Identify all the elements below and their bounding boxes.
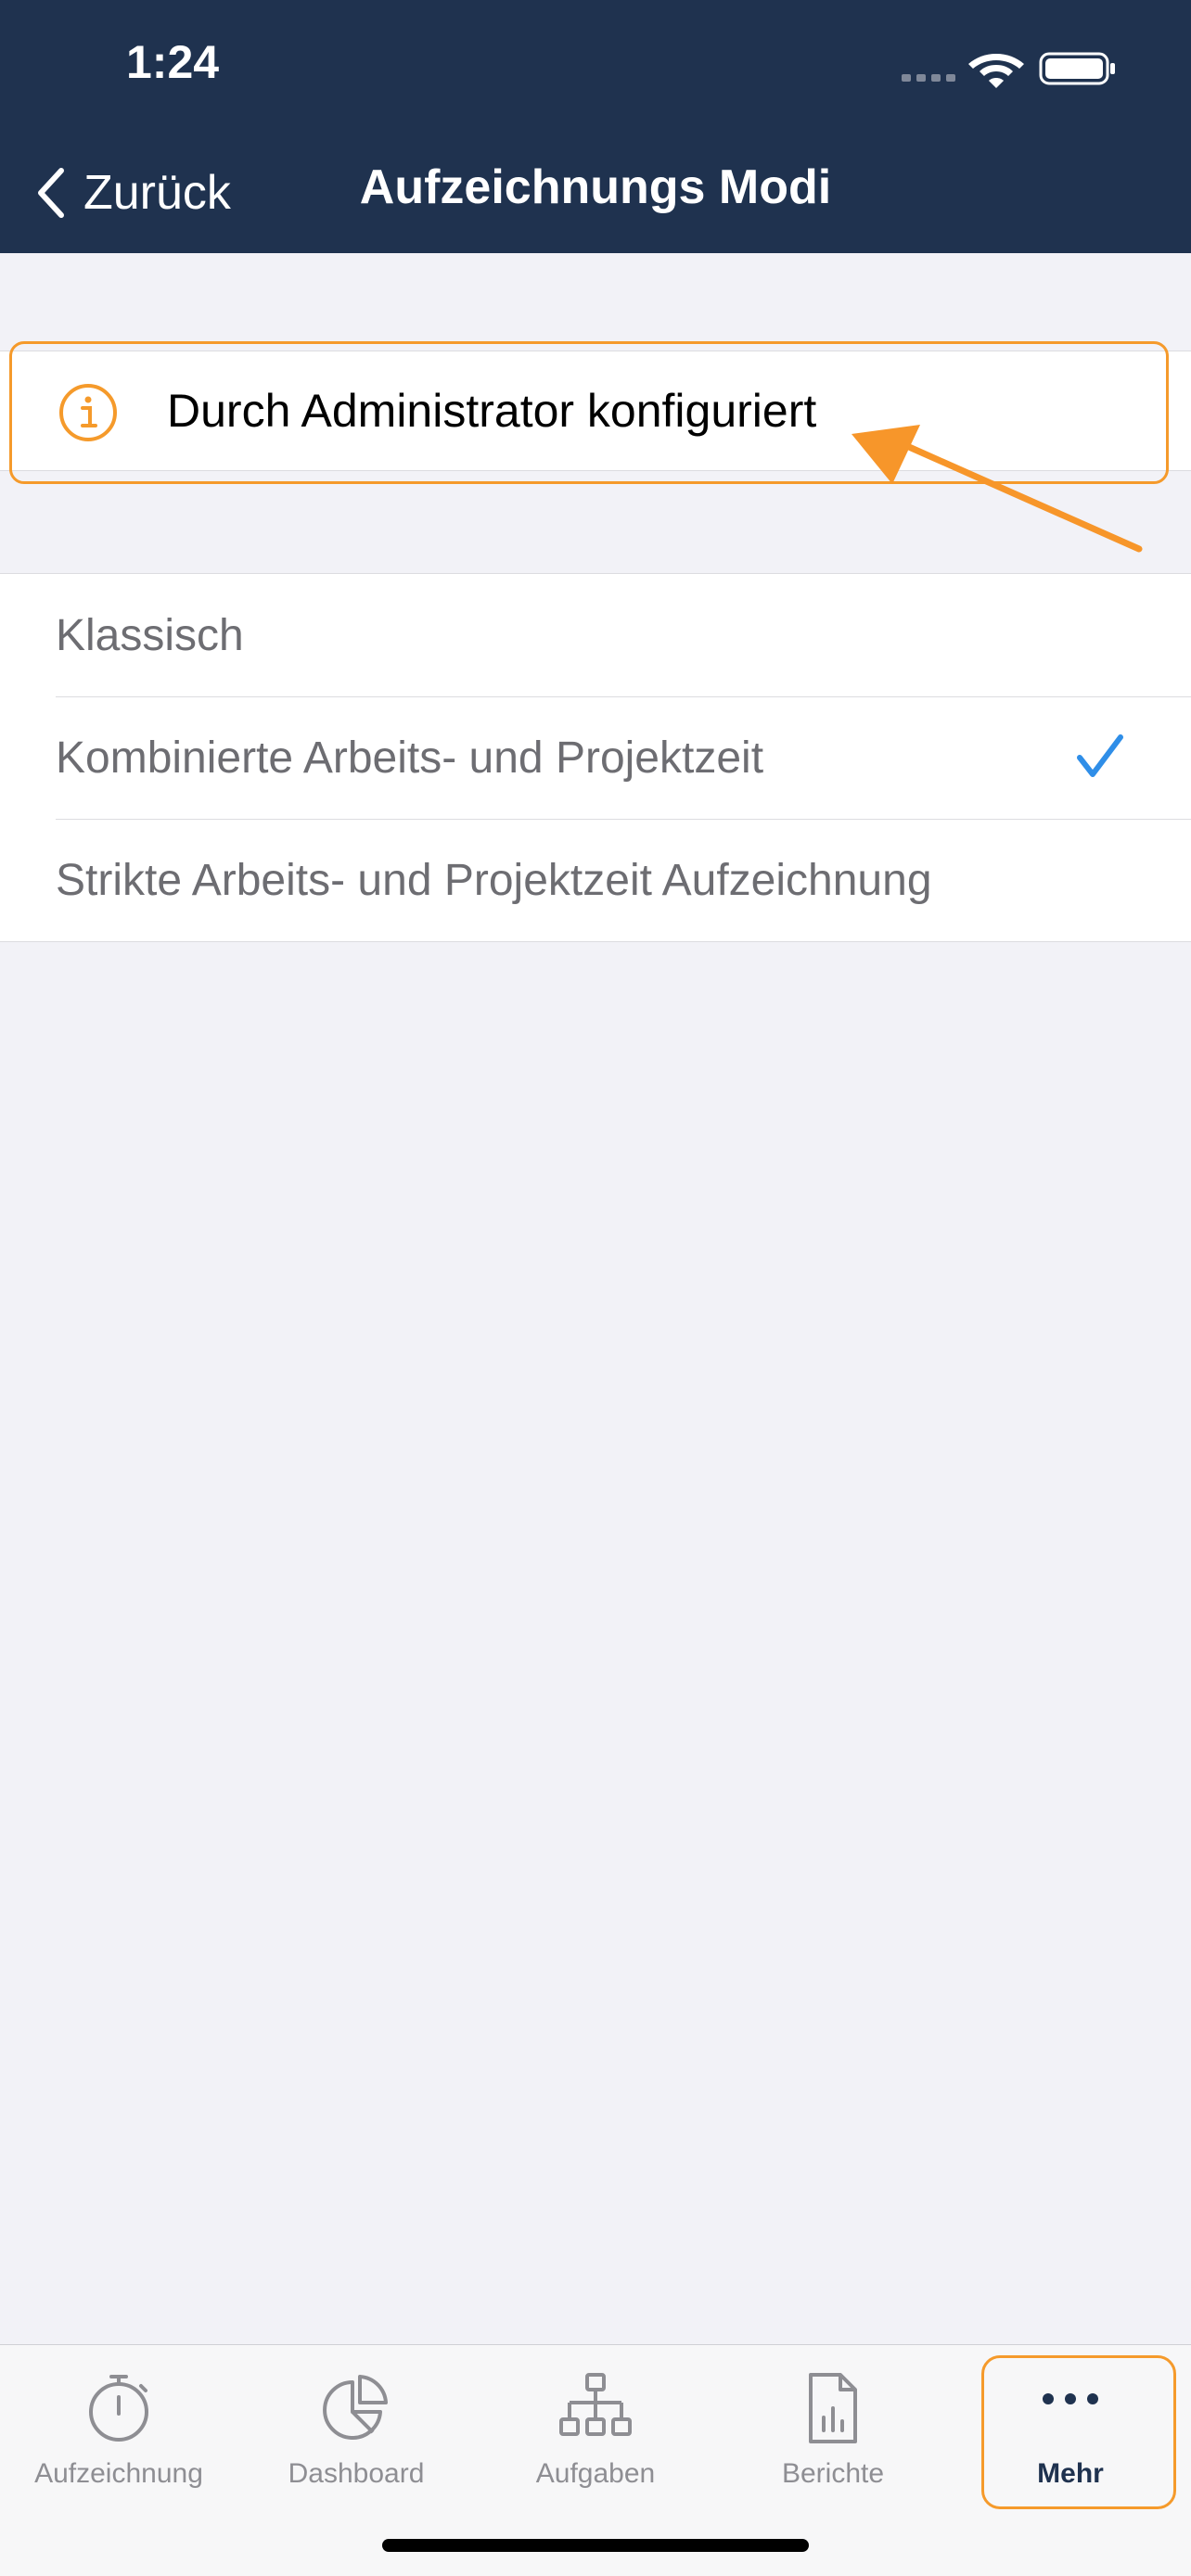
checkmark-icon (1077, 734, 1123, 777)
hierarchy-icon (559, 2373, 632, 2436)
signal-icon (902, 74, 955, 82)
mode-item-combined[interactable]: Kombinierte Arbeits- und Projektzeit (0, 696, 1191, 819)
tab-mehr[interactable]: Mehr (952, 2364, 1189, 2512)
pie-chart-icon (323, 2375, 388, 2440)
mode-label: Strikte Arbeits- und Projektzeit Aufzeic… (56, 855, 932, 905)
status-icons (902, 52, 1115, 88)
mode-item-classic[interactable]: Klassisch (0, 574, 1191, 696)
mode-list: Klassisch Kombinierte Arbeits- und Proje… (0, 573, 1191, 942)
report-icon (809, 2373, 857, 2443)
tab-dashboard[interactable]: Dashboard (237, 2364, 475, 2512)
battery-icon (1039, 52, 1115, 85)
tab-berichte[interactable]: Berichte (714, 2364, 952, 2512)
stopwatch-icon (89, 2375, 148, 2442)
mode-item-strict[interactable]: Strikte Arbeits- und Projektzeit Aufzeic… (0, 819, 1191, 941)
more-icon (1043, 2393, 1098, 2404)
wifi-icon (968, 54, 1024, 88)
tab-label: Aufgaben (535, 2458, 656, 2489)
info-text: Durch Administrator konfiguriert (167, 385, 817, 437)
status-time: 1:24 (126, 36, 220, 88)
tab-aufzeichnung[interactable]: Aufzeichnung (0, 2364, 237, 2512)
mode-label: Klassisch (56, 610, 244, 660)
tab-label: Aufzeichnung (34, 2458, 203, 2489)
info-icon (59, 384, 117, 441)
mode-label: Kombinierte Arbeits- und Projektzeit (56, 733, 764, 783)
tab-label: Mehr (1037, 2458, 1104, 2489)
navigation-header: 1:24 Zurück Aufzeichnungs Modi (0, 0, 1191, 253)
tab-label: Dashboard (288, 2458, 425, 2489)
tab-aufgaben[interactable]: Aufgaben (477, 2364, 714, 2512)
home-indicator (382, 2539, 809, 2552)
annotation-arrow-icon (852, 425, 1143, 553)
tab-label: Berichte (781, 2458, 885, 2489)
page-title: Aufzeichnungs Modi (359, 160, 832, 214)
